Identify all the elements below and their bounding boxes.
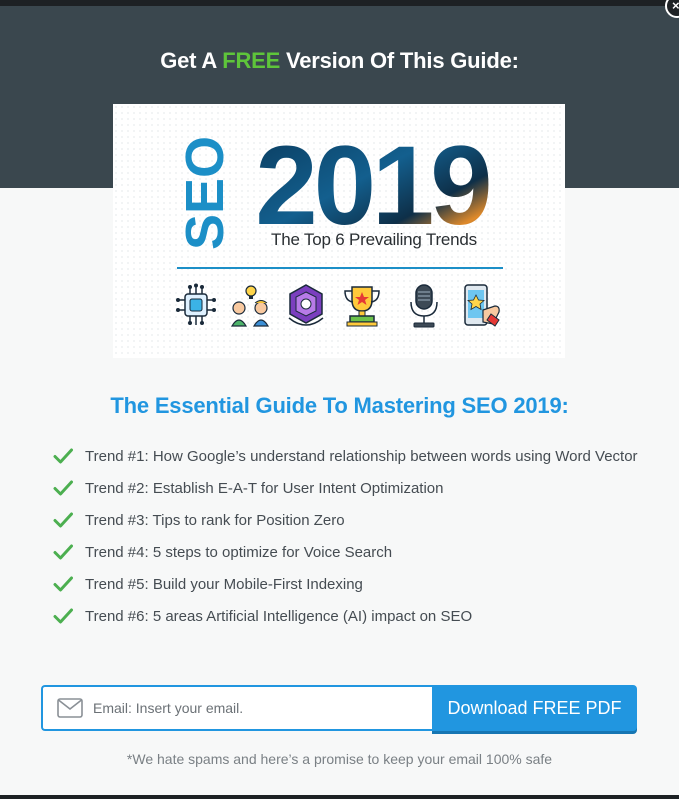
guide-cover-image: SEO 2019 The Top 6 Prevailing Trends xyxy=(113,104,565,358)
close-icon: × xyxy=(672,0,679,13)
guide-title: The Essential Guide To Mastering SEO 201… xyxy=(110,393,569,418)
trend-text: Trend #3: Tips to rank for Position Zero xyxy=(85,512,345,529)
cover-year-label: 2019 xyxy=(255,128,489,230)
ai-chip-icon xyxy=(176,283,216,325)
email-optin-form: Download FREE PDF xyxy=(41,685,637,731)
email-field-wrapper[interactable] xyxy=(41,685,432,731)
cover-seo-text: SEO xyxy=(177,136,235,250)
trend-item: Trend #6: 5 areas Artificial Intelligenc… xyxy=(50,605,650,629)
envelope-icon xyxy=(57,698,83,718)
trend-item: Trend #2: Establish E-A-T for User Inten… xyxy=(50,477,650,501)
privacy-note: *We hate spams and here’s a promise to k… xyxy=(126,751,553,767)
check-icon xyxy=(53,608,73,624)
trend-item: Trend #3: Tips to rank for Position Zero xyxy=(50,509,650,533)
mobile-star-icon xyxy=(464,284,500,327)
trend-text: Trend #6: 5 areas Artificial Intelligenc… xyxy=(85,608,473,625)
header-title-before: Get A xyxy=(160,48,223,73)
check-icon xyxy=(53,448,73,464)
trophy-icon xyxy=(344,286,380,327)
trend-text: Trend #4: 5 steps to optimize for Voice … xyxy=(85,544,393,561)
trend-list: Trend #1: How Google’s understand relati… xyxy=(50,445,650,637)
cover-divider xyxy=(177,267,503,269)
trend-text: Trend #5: Build your Mobile-First Indexi… xyxy=(85,576,363,593)
check-icon xyxy=(53,512,73,528)
optin-modal: Get A FREE Version Of This Guide: SEO 20… xyxy=(0,0,679,799)
trend-item: Trend #1: How Google’s understand relati… xyxy=(50,445,650,469)
header-title: Get A FREE Version Of This Guide: xyxy=(0,48,679,74)
check-icon xyxy=(53,480,73,496)
header-title-after: Version Of This Guide: xyxy=(280,48,519,73)
microphone-icon xyxy=(410,284,438,328)
cover-subtitle: The Top 6 Prevailing Trends xyxy=(271,230,477,249)
email-field[interactable] xyxy=(93,695,423,721)
trend-item: Trend #4: 5 steps to optimize for Voice … xyxy=(50,541,650,565)
badge-icon xyxy=(288,284,324,326)
trend-text: Trend #2: Establish E-A-T for User Inten… xyxy=(85,480,444,497)
check-icon xyxy=(53,576,73,592)
trend-item: Trend #5: Build your Mobile-First Indexi… xyxy=(50,573,650,597)
people-idea-icon xyxy=(230,285,270,327)
cover-icons-row xyxy=(176,283,500,328)
header-title-free: FREE xyxy=(222,48,281,73)
cover-seo-label: SEO xyxy=(177,136,235,250)
trend-text: Trend #1: How Google’s understand relati… xyxy=(85,448,638,465)
bottom-strip xyxy=(0,795,679,799)
check-icon xyxy=(53,544,73,560)
cover-year-text: 2019 xyxy=(255,128,493,230)
download-pdf-button[interactable]: Download FREE PDF xyxy=(432,685,637,731)
